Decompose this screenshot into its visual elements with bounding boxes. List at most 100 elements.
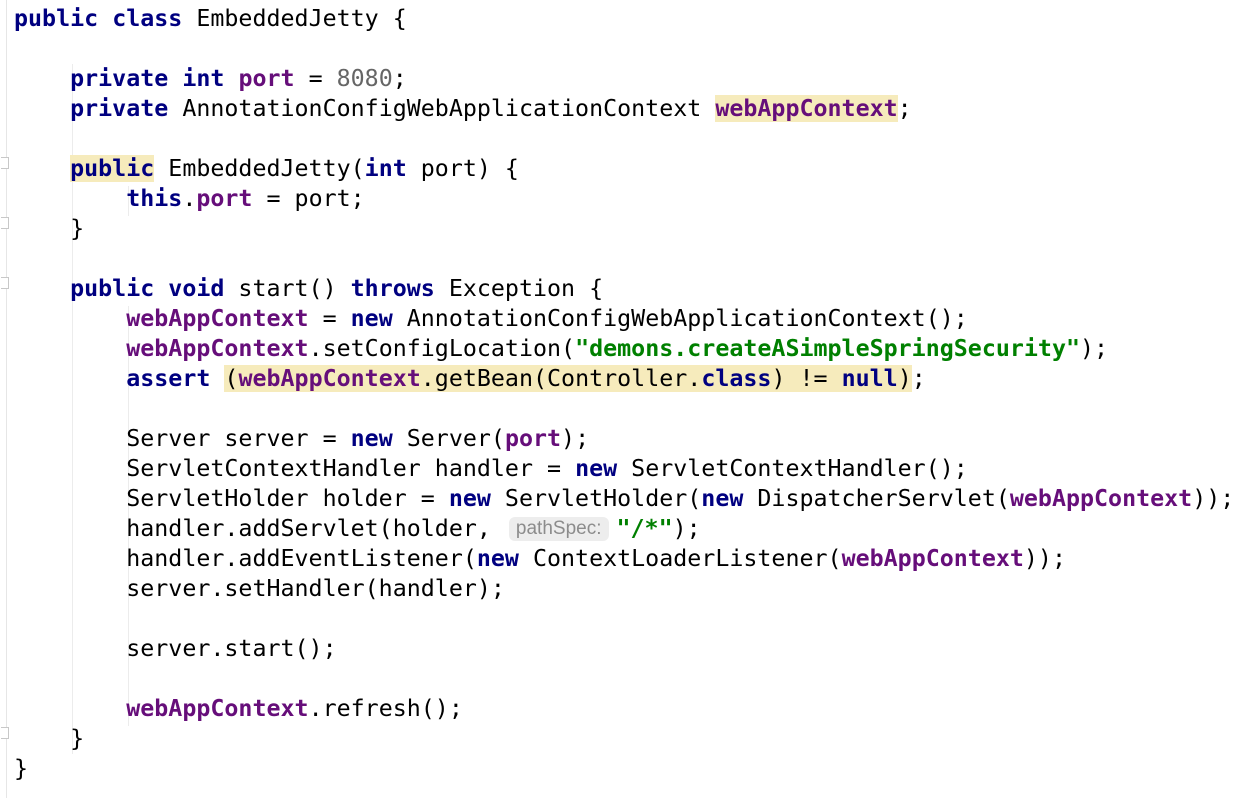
code-token: port	[238, 65, 295, 92]
code-token: webAppContext	[126, 695, 309, 722]
code-line-11: webAppContext = new AnnotationConfigWebA…	[14, 304, 1234, 334]
parameter-hint: pathSpec:	[508, 517, 609, 541]
code-token: handler.addEventListener(	[126, 545, 477, 572]
code-token: new	[575, 455, 618, 482]
code-token: webAppContext	[126, 305, 309, 332]
code-line-7: this.port = port;	[14, 184, 1234, 214]
code-token: webAppContext	[238, 365, 421, 392]
code-token: );	[561, 425, 590, 452]
code-line-26: }	[14, 754, 1234, 784]
code-token: ContextLoaderListener(	[518, 545, 842, 572]
fold-marker-icon[interactable]	[0, 276, 9, 290]
code-token: (	[350, 155, 365, 182]
code-line-3: private int port = 8080;	[14, 64, 1234, 94]
code-token: = port;	[252, 185, 365, 212]
code-token: class	[701, 365, 772, 392]
highlighted-assert-expression: (webAppContext.getBean(Controller.class)…	[224, 365, 912, 392]
gutter-divider	[6, 0, 7, 798]
code-token: int	[364, 155, 407, 182]
code-token: private	[70, 65, 169, 92]
code-token: ServletHolder holder =	[126, 485, 449, 512]
code-token: port) {	[406, 155, 519, 182]
code-token: new	[701, 485, 744, 512]
code-token: ;	[911, 365, 926, 392]
code-line-20: server.setHandler(handler);	[14, 574, 1234, 604]
code-editor[interactable]: public class EmbeddedJetty { private int…	[0, 0, 1252, 798]
code-token: }	[70, 725, 85, 752]
code-token: handler.addServlet(holder,	[126, 515, 505, 542]
code-line-15: Server server = new Server(port);	[14, 424, 1234, 454]
code-token: new	[350, 425, 393, 452]
code-token: .setConfigLocation(	[308, 335, 576, 362]
code-token: ServletHolder(	[490, 485, 702, 512]
code-line-16: ServletContextHandler handler = new Serv…	[14, 454, 1234, 484]
code-token: server.start();	[126, 635, 337, 662]
code-line-12: webAppContext.setConfigLocation("demons.…	[14, 334, 1234, 364]
code-token: =	[308, 305, 351, 332]
code-token: (	[224, 365, 239, 392]
fold-marker-icon[interactable]	[0, 156, 9, 170]
code-token: AnnotationConfigWebApplicationContext	[406, 305, 926, 332]
code-token: start()	[224, 275, 351, 302]
code-line-24: webAppContext.refresh();	[14, 694, 1234, 724]
code-token: this	[126, 185, 183, 212]
code-token: private	[70, 95, 169, 122]
code-token: ;	[897, 95, 912, 122]
fold-marker-icon[interactable]	[0, 216, 9, 230]
code-line-18: handler.addServlet(holder, pathSpec: "/*"…	[14, 514, 1234, 544]
code-token: EmbeddedJetty	[168, 155, 351, 182]
code-line-17: ServletHolder holder = new ServletHolder…	[14, 484, 1234, 514]
code-token: .	[182, 185, 197, 212]
code-token: public	[70, 275, 155, 302]
code-token: "/*"	[616, 515, 673, 542]
code-token: EmbeddedJetty	[196, 5, 379, 32]
code-token: {	[378, 5, 407, 32]
code-token: );	[1080, 335, 1109, 362]
code-token: ));	[1192, 485, 1235, 512]
code-token: }	[70, 215, 85, 242]
code-token: =	[294, 65, 337, 92]
code-token: new	[350, 305, 393, 332]
code-token: )	[897, 365, 912, 392]
code-token: webAppContext	[1009, 485, 1193, 512]
code-token: void	[168, 275, 225, 302]
code-token: null	[841, 365, 898, 392]
code-token: ;	[392, 65, 407, 92]
code-line-19: handler.addEventListener(new ContextLoad…	[14, 544, 1234, 574]
code-token: Exception {	[434, 275, 604, 302]
code-token: ();	[925, 305, 968, 332]
code-token: ServletContextHandler handler =	[126, 455, 576, 482]
code-content[interactable]: public class EmbeddedJetty { private int…	[14, 4, 1234, 784]
code-token: int	[182, 65, 225, 92]
code-line-4: private AnnotationConfigWebApplicationCo…	[14, 94, 1234, 124]
code-token: webAppContext	[841, 545, 1024, 572]
code-token: public	[14, 5, 99, 32]
code-token: server.setHandler(handler);	[126, 575, 505, 602]
fold-marker-icon[interactable]	[0, 726, 9, 740]
code-line-10: public void start() throws Exception {	[14, 274, 1234, 304]
code-token: AnnotationConfigWebApplicationContext	[182, 95, 702, 122]
code-token: ServletContextHandler();	[617, 455, 968, 482]
code-token: new	[476, 545, 519, 572]
code-token: class	[112, 5, 183, 32]
code-token: throws	[350, 275, 435, 302]
code-token: "demons.createASimpleSpringSecurity"	[575, 335, 1080, 362]
code-token: .refresh();	[308, 695, 463, 722]
code-token: .getBean(Controller.	[420, 365, 702, 392]
code-line-13: assert (webAppContext.getBean(Controller…	[14, 364, 1234, 394]
code-line-6: public EmbeddedJetty(int port) {	[14, 154, 1234, 184]
code-token: new	[448, 485, 491, 512]
code-line-8: }	[14, 214, 1234, 244]
